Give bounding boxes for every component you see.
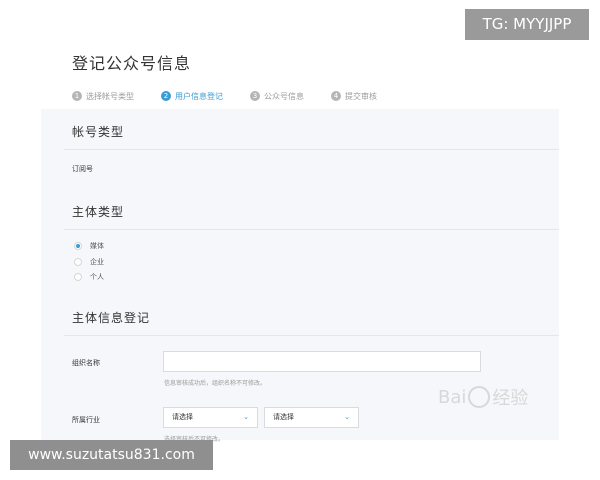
radio-button[interactable] bbox=[74, 273, 82, 281]
url-watermark: www.suzutatsu831.com bbox=[10, 440, 213, 470]
radio-option-media[interactable]: 媒体 bbox=[74, 241, 104, 251]
step-number: 2 bbox=[161, 91, 171, 101]
account-type-heading: 帐号类型 bbox=[72, 125, 125, 139]
radio-label: 个人 bbox=[90, 273, 104, 281]
step-1: 1 选择帐号类型 bbox=[72, 91, 134, 102]
radio-option-individual[interactable]: 个人 bbox=[74, 272, 104, 282]
step-2: 2 用户信息登记 bbox=[161, 91, 223, 102]
paw-icon bbox=[468, 386, 491, 408]
org-name-input[interactable] bbox=[163, 351, 481, 372]
select-value: 请选择 bbox=[172, 413, 193, 421]
step-label: 公众号信息 bbox=[264, 91, 304, 101]
step-number: 1 bbox=[72, 91, 82, 101]
chevron-down-icon: ⌄ bbox=[243, 413, 249, 421]
chevron-down-icon: ⌄ bbox=[344, 413, 350, 421]
step-number: 4 bbox=[331, 91, 341, 101]
industry-select-secondary[interactable]: 请选择 ⌄ bbox=[264, 407, 359, 428]
step-label: 用户信息登记 bbox=[175, 91, 223, 101]
radio-label: 企业 bbox=[90, 258, 104, 266]
subject-type-heading: 主体类型 bbox=[72, 205, 125, 219]
step-label: 选择帐号类型 bbox=[86, 91, 134, 101]
radio-option-enterprise[interactable]: 企业 bbox=[74, 257, 104, 267]
radio-button[interactable] bbox=[74, 258, 82, 266]
radio-label: 媒体 bbox=[90, 242, 104, 250]
tg-watermark: TG: MYYJJPP bbox=[465, 9, 589, 40]
account-type-value: 订阅号 bbox=[72, 165, 93, 173]
step-4: 4 提交审核 bbox=[331, 91, 377, 102]
step-indicator: 1 选择帐号类型 2 用户信息登记 3 公众号信息 4 提交审核 bbox=[72, 88, 404, 104]
section-divider bbox=[64, 335, 559, 336]
baidu-watermark: Bai 经验 bbox=[438, 386, 529, 409]
section-divider bbox=[64, 229, 559, 230]
subject-info-heading: 主体信息登记 bbox=[72, 311, 151, 325]
industry-select-primary[interactable]: 请选择 ⌄ bbox=[163, 407, 258, 428]
section-divider bbox=[64, 149, 559, 150]
step-number: 3 bbox=[250, 91, 260, 101]
radio-button[interactable] bbox=[74, 242, 82, 250]
page-title: 登记公众号信息 bbox=[72, 54, 192, 73]
industry-label: 所属行业 bbox=[72, 416, 100, 424]
org-name-label: 组织名称 bbox=[72, 359, 100, 367]
org-name-hint: 信息审核成功后，组织名称不可修改。 bbox=[164, 380, 267, 387]
step-label: 提交审核 bbox=[345, 91, 377, 101]
step-3: 3 公众号信息 bbox=[250, 91, 304, 102]
select-value: 请选择 bbox=[273, 413, 294, 421]
